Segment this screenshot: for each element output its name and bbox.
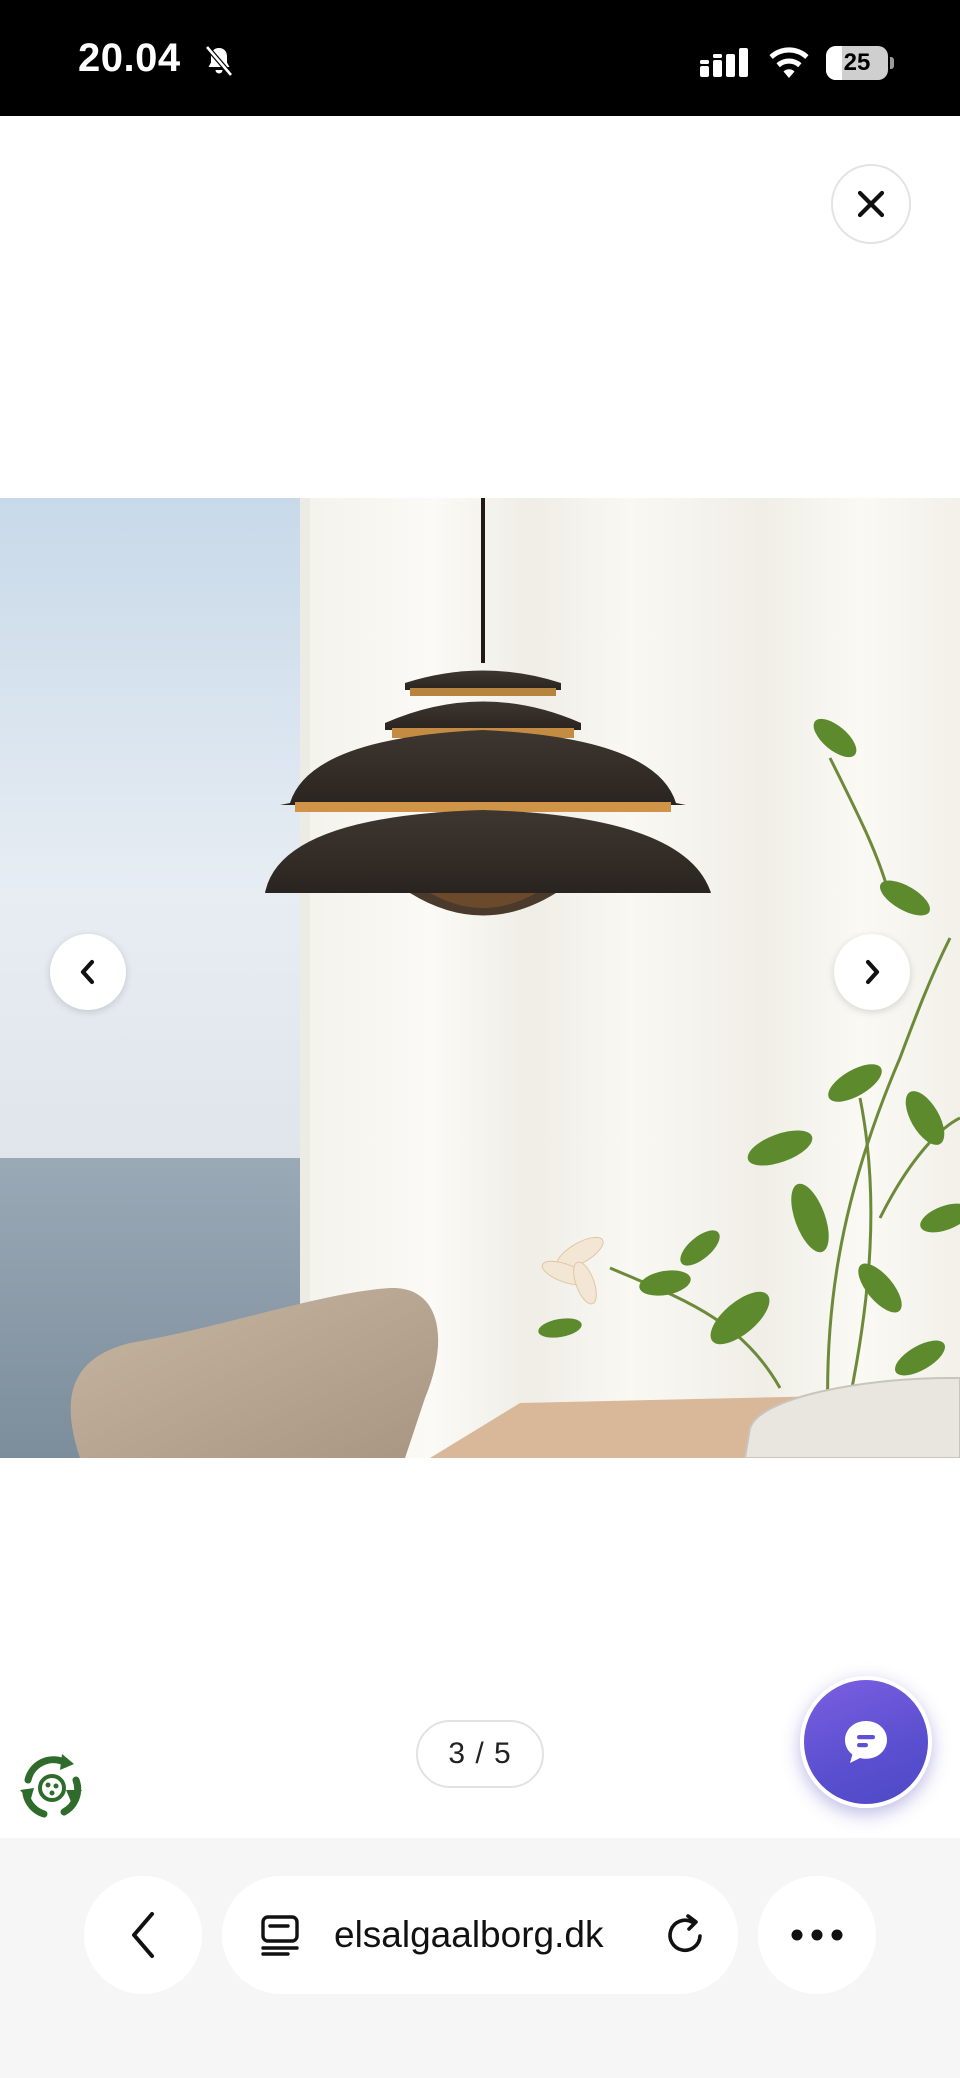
chevron-left-icon [80,959,95,985]
browser-toolbar: elsalgaalborg.dk [0,1838,960,2078]
close-icon [857,190,885,218]
next-image-button[interactable] [834,934,910,1010]
address-bar[interactable]: elsalgaalborg.dk [222,1876,738,1994]
chevron-right-icon [865,959,880,985]
browser-back-button[interactable] [84,1876,202,1994]
close-button[interactable] [831,164,911,244]
battery-icon: 25 [826,46,894,80]
product-image[interactable] [0,498,960,1458]
cellular-signal-icon [700,48,748,77]
reader-icon[interactable] [260,1914,302,1956]
status-bar: 20.04 25 [0,0,960,116]
image-counter: 3 / 5 [416,1720,544,1788]
bell-muted-icon [205,45,233,77]
recycle-icon[interactable] [14,1750,90,1826]
more-options-button[interactable] [758,1876,876,1994]
chat-launcher-button[interactable] [800,1676,932,1808]
more-icon [791,1929,843,1941]
chat-bubble-icon [845,1721,887,1763]
url-text: elsalgaalborg.dk [334,1914,604,1955]
back-arrow-icon [132,1912,154,1958]
previous-image-button[interactable] [50,934,126,1010]
battery-level: 25 [843,49,871,76]
wifi-icon [769,47,809,78]
pendant-lamp-photo [0,498,960,1458]
status-time: 20.04 [78,36,181,80]
reload-icon[interactable] [662,1912,708,1958]
product-image-viewer: 20.04 25 3 / 5 elsalgaalborg.dk [0,0,960,2078]
